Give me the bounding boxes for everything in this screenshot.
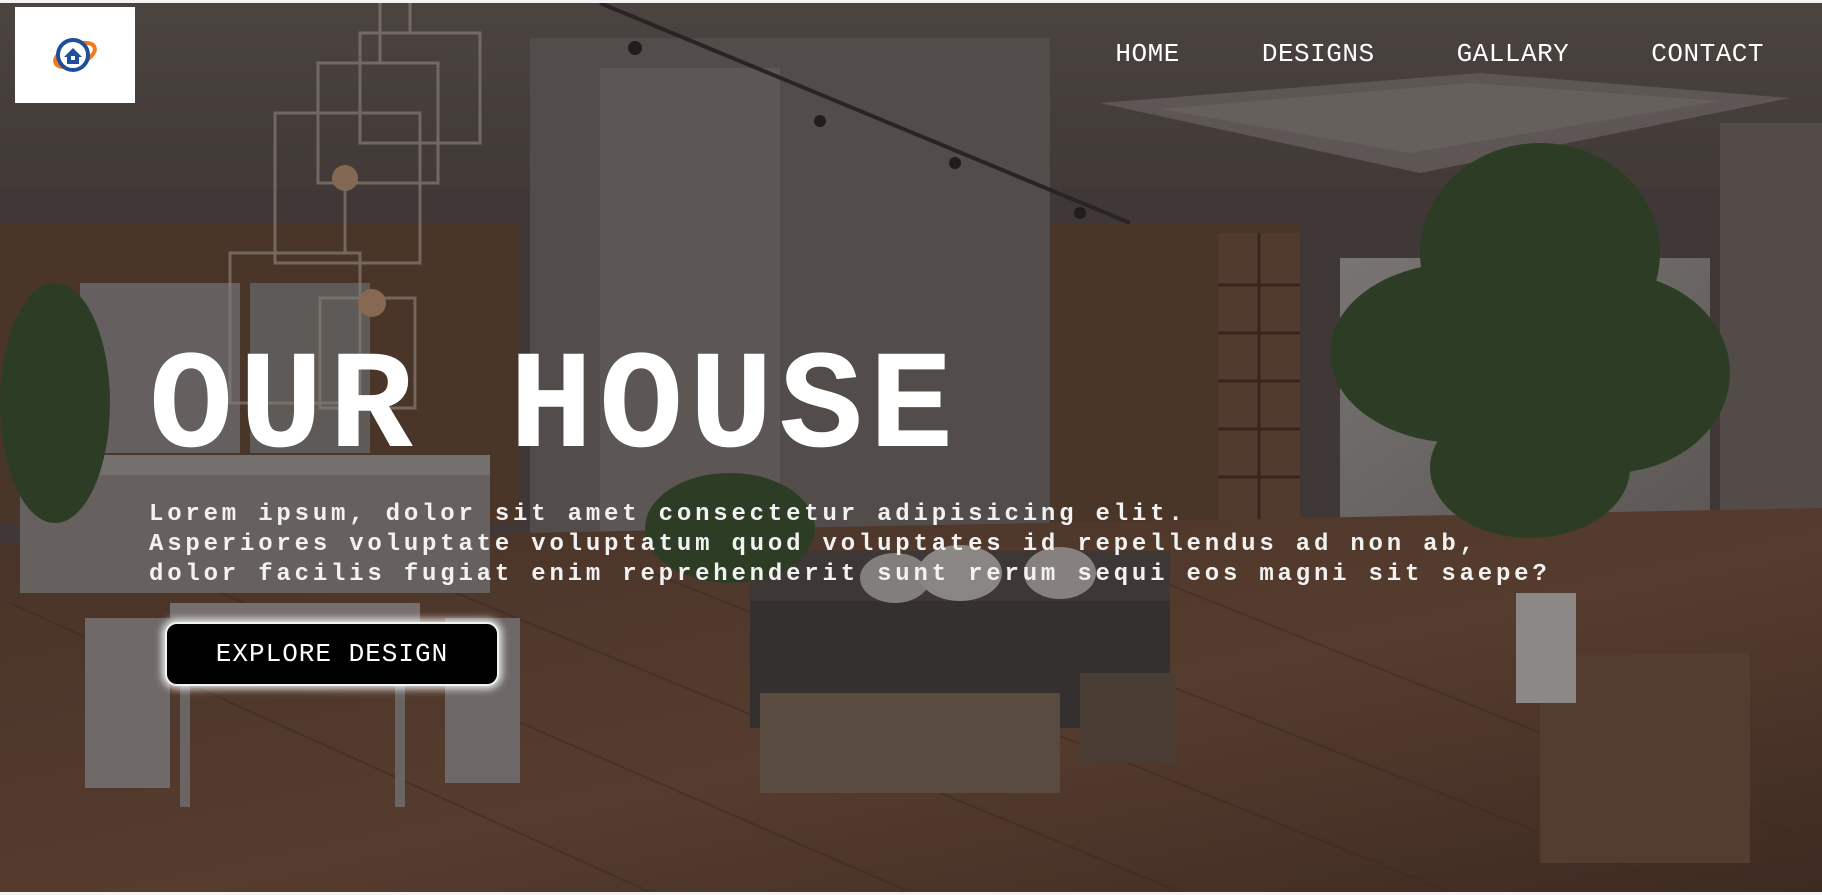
main-navigation: HOME DESIGNS GALLARY CONTACT xyxy=(1115,37,1764,71)
hero-title: OUR HOUSE xyxy=(149,330,960,489)
nav-designs[interactable]: DESIGNS xyxy=(1262,37,1375,71)
nav-contact[interactable]: CONTACT xyxy=(1651,37,1764,71)
hero-content: OUR HOUSE Lorem ipsum, dolor sit amet co… xyxy=(149,340,1749,686)
explore-design-button[interactable]: EXPLORE DESIGN xyxy=(165,622,499,686)
house-globe-icon xyxy=(53,38,97,72)
landing-page: HOME DESIGNS GALLARY CONTACT OUR HOUSE L… xyxy=(0,0,1822,895)
nav-gallary[interactable]: GALLARY xyxy=(1457,37,1570,71)
nav-home[interactable]: HOME xyxy=(1115,37,1179,71)
hero-description: Lorem ipsum, dolor sit amet consectetur … xyxy=(149,500,1749,590)
hero-description-line-2: Asperiores voluptate voluptatum quod vol… xyxy=(149,531,1478,558)
hero-description-line-1: Lorem ipsum, dolor sit amet consectetur … xyxy=(149,501,1187,528)
logo[interactable] xyxy=(15,7,135,103)
hero-section: HOME DESIGNS GALLARY CONTACT OUR HOUSE L… xyxy=(0,3,1822,892)
hero-description-line-3: dolor facilis fugiat enim reprehenderit … xyxy=(149,561,1551,588)
